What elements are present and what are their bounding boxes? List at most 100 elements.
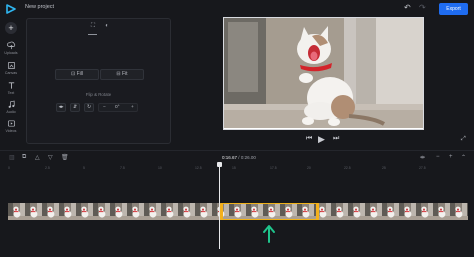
clip-thumbnail <box>178 203 195 220</box>
filter-icon[interactable]: ▽ <box>48 154 53 161</box>
ruler-tick: 10 <box>158 166 162 170</box>
skip-back-icon[interactable]: ⏮ <box>306 135 312 143</box>
timeline-ruler[interactable]: 0 2.5 5 7.5 10 12.5 15 17.5 20 22.5 25 2… <box>0 166 474 174</box>
rotation-value[interactable]: 0° <box>115 104 120 111</box>
export-button[interactable]: Export <box>439 3 468 15</box>
clip-thumbnail <box>127 203 144 220</box>
clip-thumbnail <box>382 203 399 220</box>
fullscreen-icon[interactable]: ⤢ <box>461 136 466 143</box>
selection-end-handle[interactable] <box>316 203 319 220</box>
sidebar-item-label: Text <box>7 91 15 95</box>
clip-thumbnail <box>399 203 416 220</box>
clip-thumbnail <box>93 203 110 220</box>
left-rail: + Uploads Canvas Text Audio Videos <box>0 18 22 146</box>
zoom-in-icon[interactable]: + <box>449 154 453 160</box>
total-time: 0:26.00 <box>240 155 256 160</box>
play-icon[interactable]: ▶ <box>318 134 325 145</box>
up-arrow-icon <box>263 225 275 243</box>
project-title[interactable]: New project <box>25 4 54 10</box>
clip-thumbnail <box>467 203 468 220</box>
sidebar-item-label: Uploads <box>4 51 18 55</box>
redo-icon[interactable]: ↷ <box>419 3 426 12</box>
sidebar-item-videos[interactable]: Videos <box>0 119 22 133</box>
clip-thumbnail <box>331 203 348 220</box>
sidebar-item-label: Canvas <box>4 71 18 75</box>
clip-thumbnail <box>42 203 59 220</box>
skip-forward-icon[interactable]: ⏭ <box>333 135 339 143</box>
top-bar: New project ↶ ↷ Export <box>0 0 474 18</box>
clip-thumbnail <box>110 203 127 220</box>
clip-thumbnail <box>161 203 178 220</box>
duplicate-icon[interactable]: ⧉ <box>22 154 26 161</box>
video-editor-app: New project ↶ ↷ Export + Uploads Canvas … <box>0 0 474 257</box>
ruler-tick: 5 <box>83 166 85 170</box>
fit-icon: ⊟ <box>116 71 121 77</box>
ruler-tick: 20 <box>307 166 311 170</box>
preview-frame <box>224 18 423 129</box>
clip-thumbnail <box>365 203 382 220</box>
clip-thumbnail <box>195 203 212 220</box>
effects-icon[interactable]: △ <box>35 154 40 161</box>
fill-button[interactable]: ⊡ Fill <box>55 69 99 80</box>
clip-thumbnail <box>433 203 450 220</box>
ruler-tick: 0 <box>8 166 10 170</box>
upload-icon <box>6 41 15 50</box>
rotate-icon[interactable]: ↻ <box>84 103 94 112</box>
logo-icon[interactable] <box>6 4 16 14</box>
current-time: 0:16.67 <box>222 155 238 160</box>
split-icon[interactable]: ▥ <box>9 154 15 161</box>
fit-button[interactable]: ⊟ Fit <box>100 69 144 80</box>
properties-panel: ⛶ ◐ ⊡ Fill ⊟ Fit Flip & Rotate ◂▸ ⇵ ↻ − … <box>26 18 171 144</box>
rotation-stepper[interactable]: − 0° + <box>98 103 138 112</box>
rotation-decrease-icon[interactable]: − <box>103 104 106 111</box>
sidebar-item-audio[interactable]: Audio <box>0 100 22 114</box>
timecode: 0:16.67 / 0:26.00 <box>222 155 256 160</box>
color-adjust-icon[interactable]: ◐ <box>101 23 113 33</box>
video-icon <box>7 120 15 127</box>
clip-thumbnail <box>450 203 467 220</box>
fill-icon: ⊡ <box>71 71 76 77</box>
sidebar-item-label: Videos <box>5 129 17 133</box>
sidebar-item-label: Audio <box>6 110 16 114</box>
rotation-increase-icon[interactable]: + <box>131 104 134 111</box>
fit-timeline-icon[interactable]: ⇹ <box>420 154 425 161</box>
canvas-icon <box>7 61 15 70</box>
flip-rotate-label: Flip & Rotate <box>85 92 112 97</box>
clip-thumbnail <box>348 203 365 220</box>
video-preview[interactable] <box>223 17 424 130</box>
flip-vertical-icon[interactable]: ⇵ <box>70 103 80 112</box>
clip-thumbnail <box>59 203 76 220</box>
music-note-icon <box>8 100 15 108</box>
add-media-button[interactable]: + <box>5 22 17 34</box>
sidebar-item-canvas[interactable]: Canvas <box>0 61 22 75</box>
selection-start-handle[interactable] <box>220 203 223 220</box>
playback-controls: ⏮ ▶ ⏭ <box>0 134 474 147</box>
clip-thumbnail <box>144 203 161 220</box>
playhead-handle[interactable] <box>217 162 222 167</box>
sidebar-item-uploads[interactable]: Uploads <box>0 41 22 55</box>
text-icon <box>8 82 14 89</box>
clip-thumbnail <box>8 203 25 220</box>
playhead[interactable] <box>219 163 220 249</box>
clip-thumbnail <box>76 203 93 220</box>
delete-icon[interactable]: 🗑 <box>61 154 69 161</box>
clip-thumbnail <box>416 203 433 220</box>
expand-timeline-icon[interactable]: ⌃ <box>461 154 466 161</box>
clip-thumbnail <box>25 203 42 220</box>
flip-horizontal-icon[interactable]: ◂▸ <box>56 103 66 112</box>
ruler-tick: 27.5 <box>419 166 426 170</box>
sidebar-item-text[interactable]: Text <box>0 81 22 95</box>
time-separator: / <box>238 155 240 160</box>
zoom-out-icon[interactable]: − <box>436 154 440 160</box>
undo-icon[interactable]: ↶ <box>404 3 411 12</box>
fill-label: Fill <box>76 71 83 77</box>
ruler-tick: 22.5 <box>344 166 351 170</box>
fit-label: Fit <box>122 71 128 77</box>
crop-icon[interactable]: ⛶ <box>87 23 99 33</box>
ruler-tick: 12.5 <box>195 166 202 170</box>
ruler-tick: 25 <box>382 166 386 170</box>
ruler-tick: 15 <box>232 166 236 170</box>
panel-tabs: ⛶ ◐ <box>87 23 113 33</box>
clip-selection[interactable] <box>221 203 319 220</box>
ruler-tick: 7.5 <box>120 166 125 170</box>
